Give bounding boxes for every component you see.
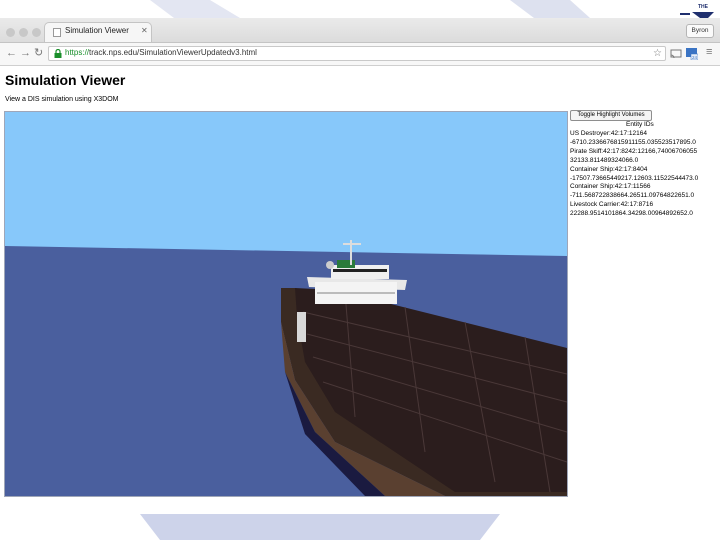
cast-icon[interactable] — [670, 49, 682, 59]
reload-icon[interactable]: ↻ — [34, 46, 43, 60]
entity-line: -711.568722838664.26511.09764822651.0 — [570, 192, 695, 200]
entity-line: -6710.2336676815911155.035523517895.0 — [570, 138, 696, 146]
ship-radar — [326, 261, 334, 269]
lock-icon — [54, 49, 62, 58]
entity-line: Container Ship:42:17:11566 — [570, 183, 651, 191]
ship-container-white — [297, 312, 306, 342]
entity-ids-header: Entity IDs — [626, 121, 654, 128]
tab-simulation-viewer[interactable]: Simulation Viewer ✕ — [44, 22, 152, 42]
bookmark-star-icon[interactable]: ☆ — [653, 47, 662, 60]
page-content: Simulation Viewer View a DIS simulation … — [0, 66, 720, 498]
address-bar[interactable]: https:// track.nps.edu/SimulationViewerU… — [48, 46, 666, 61]
url-text: track.nps.edu/SimulationViewerUpdatedv3.… — [89, 48, 257, 57]
entity-line: Pirate Skiff:42:17:8242:12166,7400670605… — [570, 147, 698, 155]
scene-render — [5, 112, 567, 496]
entity-line: US Destroyer:42:17:12164 — [570, 130, 647, 137]
extension-badge: 24 — [692, 55, 698, 60]
tab-close-icon[interactable]: ✕ — [141, 26, 148, 35]
navigation-bar: ← → ↻ https:// track.nps.edu/SimulationV… — [0, 43, 720, 66]
tab-bar: Simulation Viewer ✕ Byron — [0, 18, 720, 43]
forward-icon[interactable]: → — [20, 46, 31, 60]
scene-sky — [5, 112, 567, 246]
x3d-viewport[interactable] — [4, 111, 568, 497]
window-close-icon[interactable] — [6, 28, 15, 37]
entity-line: Container Ship:42:17:8404 — [570, 165, 648, 173]
profile-button[interactable]: Byron — [686, 24, 714, 38]
page-title: Simulation Viewer — [5, 72, 126, 88]
page-subtitle: View a DIS simulation using X3DOM — [5, 96, 119, 103]
toggle-highlight-volumes-button[interactable]: Toggle Highlight Volumes — [570, 110, 652, 121]
entity-line: 22288.9514101864.34298.00964892652.0 — [570, 210, 693, 218]
entity-list: US Destroyer:42:17:12164 -6710.233667681… — [570, 130, 718, 219]
ship-funnel — [337, 260, 355, 268]
tab-title: Simulation Viewer — [65, 26, 129, 35]
entity-line: -17507.73665449217.12603.11522544473.0 — [570, 174, 699, 182]
back-icon[interactable]: ← — [6, 46, 17, 60]
browser-window: Simulation Viewer ✕ Byron ← → ↻ https://… — [0, 18, 720, 498]
slide-decoration-bottom — [140, 514, 500, 540]
window-minimize-icon[interactable] — [19, 28, 28, 37]
ship-bridge-windows-lower — [317, 292, 395, 294]
url-scheme: https:// — [65, 48, 90, 57]
menu-icon[interactable]: ≡ — [706, 45, 712, 59]
entity-line: 32133.811489324066.0 — [570, 156, 639, 164]
window-maximize-icon[interactable] — [32, 28, 41, 37]
page-favicon-icon — [53, 28, 61, 37]
entity-line: Livestock Carrier:42:17:8716 — [570, 201, 654, 209]
ship-bridge-windows — [333, 269, 387, 272]
